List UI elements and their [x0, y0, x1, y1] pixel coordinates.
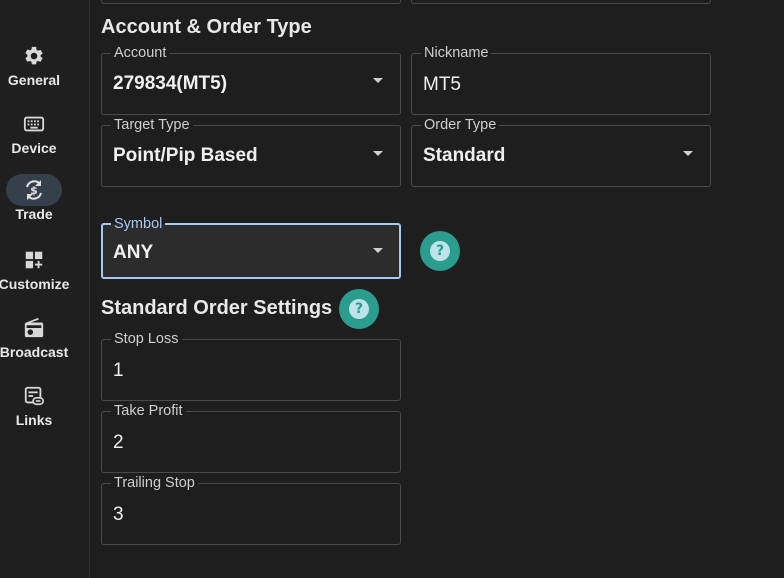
- caret-down-icon: [683, 151, 693, 156]
- trailing-stop-value: 3: [113, 504, 124, 525]
- target-type-value: Point/Pip Based: [113, 145, 258, 166]
- symbol-help-button[interactable]: ?: [420, 231, 460, 271]
- sidebar-item-links[interactable]: Links: [0, 380, 68, 428]
- sidebar: General Device $ Trade Customize Broadca…: [0, 0, 90, 578]
- gear-icon: [6, 40, 62, 72]
- trailing-stop-label: Trailing Stop: [111, 475, 198, 491]
- account-value: 279834(MT5): [113, 73, 228, 94]
- keyboard-icon: [6, 108, 62, 140]
- sidebar-item-device[interactable]: Device: [0, 108, 68, 156]
- order-type-label: Order Type: [421, 117, 500, 133]
- order-type-select[interactable]: Order Type Standard: [411, 117, 711, 187]
- main-content: Account & Order Type Account 279834(MT5)…: [90, 0, 784, 578]
- nickname-field[interactable]: Nickname MT5: [411, 45, 711, 115]
- symbol-select[interactable]: Symbol ANY: [101, 216, 401, 279]
- link-icon: [6, 380, 62, 412]
- stop-loss-field[interactable]: Stop Loss 1: [101, 331, 401, 401]
- radio-icon: [6, 312, 62, 344]
- dashboard-customize-icon: [6, 244, 62, 276]
- sidebar-item-customize[interactable]: Customize: [0, 244, 70, 292]
- sidebar-item-broadcast[interactable]: Broadcast: [0, 312, 68, 360]
- section-title-account-order-type: Account & Order Type: [101, 16, 312, 38]
- account-select[interactable]: Account 279834(MT5): [101, 45, 401, 115]
- sidebar-item-label: Links: [15, 412, 53, 428]
- sidebar-item-label: Trade: [15, 206, 53, 222]
- sidebar-item-general[interactable]: General: [0, 40, 68, 88]
- sidebar-item-label: Device: [11, 140, 57, 156]
- standard-settings-help-button[interactable]: ?: [339, 289, 379, 329]
- nickname-label: Nickname: [421, 45, 492, 61]
- trailing-stop-field[interactable]: Trailing Stop 3: [101, 475, 401, 545]
- currency-exchange-icon: $: [6, 174, 62, 206]
- take-profit-value: 2: [113, 432, 124, 453]
- target-type-label: Target Type: [111, 117, 193, 133]
- target-type-select[interactable]: Target Type Point/Pip Based: [101, 117, 401, 187]
- symbol-value: ANY: [113, 242, 154, 263]
- take-profit-label: Take Profit: [111, 403, 186, 419]
- sidebar-item-label: Broadcast: [0, 344, 69, 360]
- stop-loss-label: Stop Loss: [111, 331, 182, 347]
- caret-down-icon: [373, 248, 383, 253]
- sidebar-item-label: Customize: [0, 276, 70, 292]
- help-icon: ?: [349, 299, 369, 319]
- symbol-label: Symbol: [111, 216, 166, 232]
- help-icon: ?: [430, 241, 450, 261]
- section-title-standard-order-settings: Standard Order Settings: [101, 297, 333, 319]
- order-type-value: Standard: [423, 145, 506, 166]
- account-label: Account: [111, 45, 170, 61]
- caret-down-icon: [373, 78, 383, 83]
- sidebar-item-label: General: [7, 72, 61, 88]
- take-profit-field[interactable]: Take Profit 2: [101, 403, 401, 473]
- caret-down-icon: [373, 151, 383, 156]
- nickname-value: MT5: [423, 74, 461, 95]
- clipped-field-left: [101, 0, 401, 4]
- svg-text:$: $: [30, 184, 38, 197]
- stop-loss-value: 1: [113, 360, 124, 381]
- clipped-field-right: [411, 0, 711, 4]
- sidebar-item-trade[interactable]: $ Trade: [0, 174, 68, 222]
